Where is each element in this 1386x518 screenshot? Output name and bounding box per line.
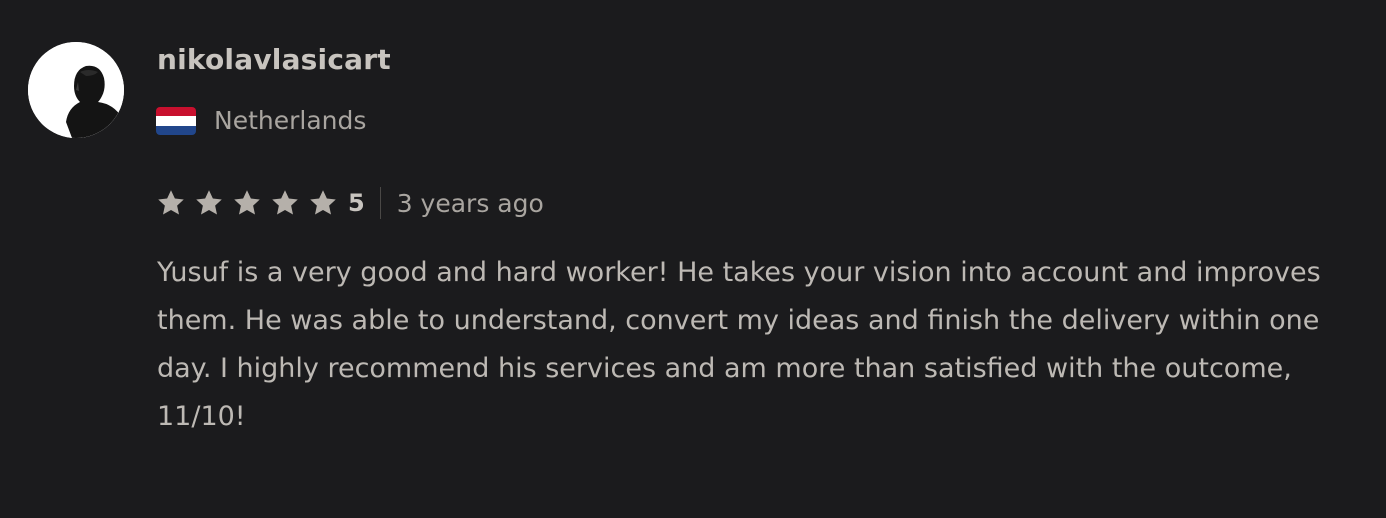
rating-row: 5 3 years ago — [156, 182, 544, 224]
star-icon — [270, 188, 300, 218]
star-rating — [156, 188, 346, 218]
netherlands-flag-icon — [156, 107, 196, 135]
star-icon — [194, 188, 224, 218]
flag-band-blue — [156, 125, 196, 135]
star-icon — [232, 188, 262, 218]
star-icon — [156, 188, 186, 218]
country-name: Netherlands — [214, 106, 367, 135]
review-text: Yusuf is a very good and hard worker! He… — [157, 257, 1321, 432]
review-card: nikolavlasicart Netherlands 5 3 years ag… — [0, 0, 1386, 518]
reviewer-location: Netherlands — [156, 102, 366, 140]
avatar-image — [28, 42, 124, 138]
user-avatar[interactable] — [28, 42, 124, 138]
flag-band-white — [156, 116, 196, 126]
review-timestamp: 3 years ago — [396, 188, 544, 218]
reviewer-username[interactable]: nikolavlasicart — [157, 40, 391, 80]
flag-band-red — [156, 107, 196, 117]
star-icon — [308, 188, 338, 218]
rating-value: 5 — [348, 189, 365, 217]
rating-divider — [379, 187, 381, 219]
